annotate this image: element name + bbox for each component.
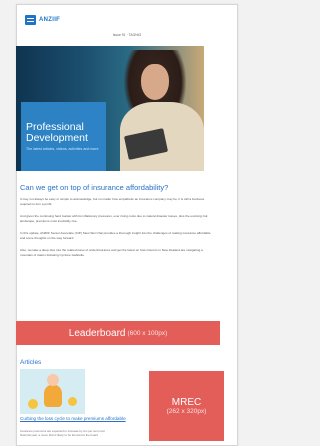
coin-icon	[68, 397, 77, 406]
hero-subtitle: The latest articles, videos, activities …	[26, 147, 99, 151]
leaderboard-label: Leaderboard	[68, 327, 126, 339]
anziif-logo-icon	[25, 15, 36, 25]
anziif-logo[interactable]: ANZIIF	[25, 14, 60, 26]
body-paragraph-1: It may not always be easy or simple to a…	[20, 197, 205, 206]
hero-banner-image[interactable]: Professional Development The latest arti…	[16, 46, 204, 171]
articles-section-title: Articles	[20, 359, 42, 366]
issue-label: Issue 91 · TAGNIG	[112, 33, 142, 37]
article-thumbnail[interactable]	[20, 369, 85, 414]
article-person-body	[44, 385, 62, 407]
body-paragraph-4: Also, we take a deep dive into the relat…	[20, 248, 203, 257]
coin-icon	[28, 399, 38, 409]
article-excerpt: Insurance premiums are expected to incre…	[20, 429, 105, 437]
leaderboard-size: (600 x 100px)	[127, 329, 168, 337]
article-person-head	[47, 374, 59, 386]
mrec-ad-placeholder[interactable]: MREC (262 x 320px)	[149, 371, 224, 441]
mrec-size: (262 x 320px)	[166, 407, 207, 415]
article-headline: Can we get on top of insurance affordabi…	[20, 183, 169, 192]
article-link[interactable]: Curbing the loss cycle to make premiums …	[20, 416, 130, 421]
hero-woman-face	[141, 64, 169, 100]
leaderboard-ad-placeholder[interactable]: Leaderboard (600 x 100px)	[16, 321, 220, 345]
mrec-label: MREC	[171, 396, 202, 408]
hero-title: Professional Development	[26, 121, 88, 144]
body-paragraph-2: And given the continuing hard market wit…	[20, 214, 208, 223]
body-paragraph-3: In this update, ANZIIF Senior Associate …	[20, 231, 211, 240]
logo-text: ANZIIF	[39, 17, 61, 23]
